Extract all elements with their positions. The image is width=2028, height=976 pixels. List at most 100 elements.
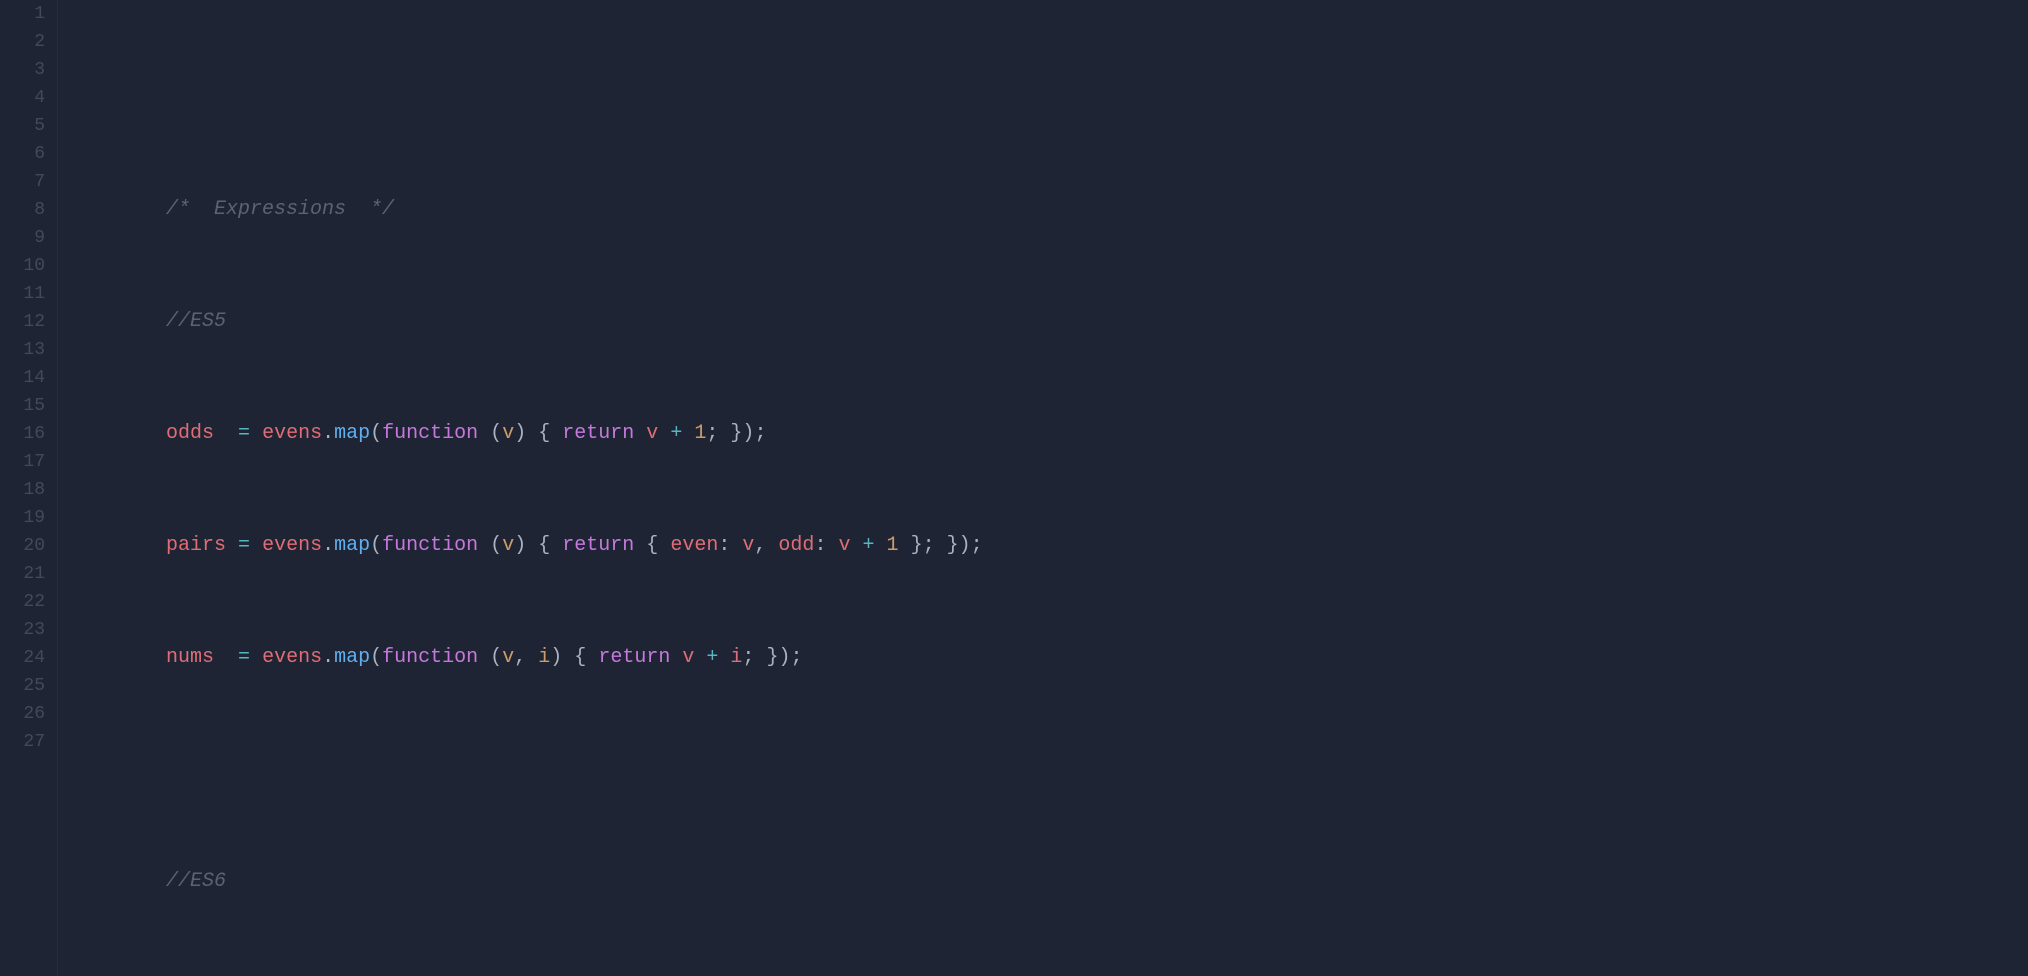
brace-open: {	[574, 646, 586, 669]
paren-open: (	[370, 646, 382, 669]
line-number: 24	[0, 644, 49, 672]
paren-open: (	[490, 534, 502, 557]
line-number: 20	[0, 532, 49, 560]
number: 1	[694, 422, 706, 445]
space	[550, 422, 562, 445]
function-name: map	[334, 422, 370, 445]
brace-close: }	[911, 534, 923, 557]
space	[526, 422, 538, 445]
space	[226, 534, 238, 557]
identifier: odds	[166, 422, 214, 445]
line-number: 11	[0, 280, 49, 308]
space	[478, 534, 490, 557]
keyword-return: return	[598, 646, 670, 669]
keyword-return: return	[562, 534, 634, 557]
space	[754, 646, 766, 669]
line-number: 14	[0, 364, 49, 392]
dot: .	[322, 646, 334, 669]
space	[478, 646, 490, 669]
semicolon: ;	[790, 646, 802, 669]
semicolon: ;	[923, 534, 935, 557]
line-number: 23	[0, 616, 49, 644]
line-number: 21	[0, 560, 49, 588]
line-number: 22	[0, 588, 49, 616]
operator-plus: +	[670, 422, 682, 445]
identifier: v	[838, 534, 850, 557]
space	[526, 646, 538, 669]
space	[730, 534, 742, 557]
code-line[interactable]: //ES5	[70, 308, 2028, 336]
code-editor[interactable]: 1 2 3 4 5 6 7 8 9 10 11 12 13 14 15 16 1…	[0, 0, 2028, 976]
identifier: v	[646, 422, 658, 445]
line-number: 15	[0, 392, 49, 420]
line-comment: //ES6	[166, 870, 226, 893]
semicolon: ;	[754, 422, 766, 445]
operator-assign: =	[238, 646, 250, 669]
paren-open: (	[370, 534, 382, 557]
space	[634, 422, 646, 445]
code-line[interactable]	[70, 756, 2028, 784]
line-number: 13	[0, 336, 49, 364]
code-line[interactable]	[70, 84, 2028, 112]
colon: :	[814, 534, 826, 557]
code-line[interactable]: pairs = evens.map(function (v) { return …	[70, 532, 2028, 560]
semicolon: ;	[742, 646, 754, 669]
function-name: map	[334, 534, 370, 557]
keyword-function: function	[382, 534, 478, 557]
space	[850, 534, 862, 557]
space	[214, 646, 238, 669]
line-number: 10	[0, 252, 49, 280]
space	[658, 534, 670, 557]
space	[550, 534, 562, 557]
line-number: 12	[0, 308, 49, 336]
space	[718, 422, 730, 445]
paren-close: )	[514, 534, 526, 557]
code-line[interactable]: /* Expressions */	[70, 196, 2028, 224]
identifier: i	[730, 646, 742, 669]
paren-close: )	[514, 422, 526, 445]
line-number: 7	[0, 168, 49, 196]
paren-close: )	[550, 646, 562, 669]
identifier: evens	[262, 534, 322, 557]
dot: .	[322, 422, 334, 445]
paren-open: (	[490, 422, 502, 445]
parameter: v	[502, 422, 514, 445]
code-line[interactable]: nums = evens.map(function (v, i) { retur…	[70, 644, 2028, 672]
space	[875, 534, 887, 557]
brace-open: {	[538, 422, 550, 445]
code-line[interactable]: odds = evens.map(function (v) { return v…	[70, 420, 2028, 448]
property: odd	[778, 534, 814, 557]
comma: ,	[514, 646, 526, 669]
operator-plus: +	[863, 534, 875, 557]
space	[586, 646, 598, 669]
line-number: 25	[0, 672, 49, 700]
dot: .	[322, 534, 334, 557]
space	[935, 534, 947, 557]
space	[670, 646, 682, 669]
line-comment: //ES5	[166, 310, 226, 333]
brace-open: {	[538, 534, 550, 557]
code-line[interactable]: //ES6	[70, 868, 2028, 896]
space	[658, 422, 670, 445]
operator-assign: =	[238, 534, 250, 557]
parameter: v	[502, 534, 514, 557]
line-number: 18	[0, 476, 49, 504]
space	[526, 534, 538, 557]
line-number: 1	[0, 0, 49, 28]
identifier: evens	[262, 422, 322, 445]
identifier: evens	[262, 646, 322, 669]
function-name: map	[334, 646, 370, 669]
paren-open: (	[370, 422, 382, 445]
colon: :	[718, 534, 730, 557]
line-number: 8	[0, 196, 49, 224]
line-number: 5	[0, 112, 49, 140]
paren-close: )	[742, 422, 754, 445]
brace-close: }	[947, 534, 959, 557]
space	[214, 422, 238, 445]
paren-close: )	[959, 534, 971, 557]
code-area[interactable]: /* Expressions */ //ES5 odds = evens.map…	[58, 0, 2028, 976]
space	[766, 534, 778, 557]
comma: ,	[754, 534, 766, 557]
space	[478, 422, 490, 445]
line-number: 9	[0, 224, 49, 252]
